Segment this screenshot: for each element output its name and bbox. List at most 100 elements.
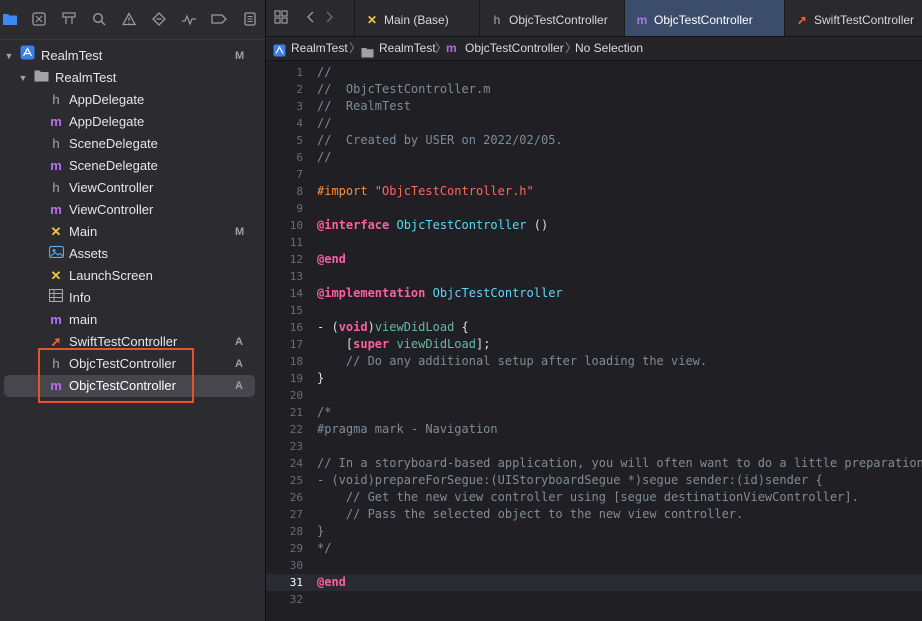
tree-item-label: RealmTest: [55, 70, 117, 85]
folder-icon[interactable]: [2, 12, 18, 28]
objc-file-icon: m: [50, 114, 62, 129]
tree-item-label: LaunchScreen: [69, 268, 153, 283]
code-token: @implementation: [317, 286, 433, 300]
source-control-icon[interactable]: [31, 12, 47, 28]
forward-chevron-icon[interactable]: [324, 10, 334, 29]
editor-tab-label: Main (Base): [384, 13, 449, 27]
line-number: 23: [289, 440, 303, 453]
code-line[interactable]: 18 // Do any additional setup after load…: [266, 353, 922, 370]
jumpbar-file[interactable]: ObjcTestController: [465, 37, 564, 60]
code-token: //: [317, 116, 332, 130]
line-number: 25: [289, 474, 303, 487]
code-token: #import: [317, 184, 375, 198]
tree-item-label: SceneDelegate: [69, 136, 158, 151]
editor-tab-label: ObjcTestController: [654, 13, 753, 27]
hierarchy-icon[interactable]: [61, 12, 77, 28]
line-number: 30: [289, 559, 303, 572]
code-line[interactable]: 4 //: [266, 115, 922, 132]
line-number: 24: [289, 457, 303, 470]
code-line[interactable]: 23: [266, 438, 922, 455]
code-line[interactable]: 19}: [266, 370, 922, 387]
code-line[interactable]: 22 #pragma mark - Navigation: [266, 421, 922, 438]
code-line[interactable]: 6 //: [266, 149, 922, 166]
warning-icon[interactable]: [121, 12, 137, 28]
code-token: /*: [317, 405, 332, 419]
code-line[interactable]: 21 /*: [266, 404, 922, 421]
objc-file-icon: m: [50, 158, 62, 173]
code-text: // RealmTest: [317, 98, 411, 115]
disclosure-chevron-icon[interactable]: ▼: [3, 45, 15, 67]
tree-item[interactable]: m AppDelegate: [0, 111, 265, 133]
back-chevron-icon[interactable]: [306, 10, 316, 29]
code-line[interactable]: 29 */: [266, 540, 922, 557]
tree-item[interactable]: m SceneDelegate: [0, 155, 265, 177]
tree-item[interactable]: h SceneDelegate: [0, 133, 265, 155]
code-line[interactable]: 5 // Created by USER on 2022/02/05.: [266, 132, 922, 149]
editor-tab[interactable]: h ObjcTestController: [479, 0, 624, 36]
jumpbar-symbol[interactable]: No Selection: [575, 37, 643, 60]
jumpbar-project[interactable]: RealmTest: [291, 37, 348, 60]
code-token: // Get the new view controller using [se…: [317, 490, 859, 504]
code-line[interactable]: 10 @interface ObjcTestController (): [266, 217, 922, 234]
code-line[interactable]: 11: [266, 234, 922, 251]
tree-item-label: main: [69, 312, 98, 327]
code-line[interactable]: 28}: [266, 523, 922, 540]
code-line[interactable]: 27 // Pass the selected object to the ne…: [266, 506, 922, 523]
code-line[interactable]: 20: [266, 387, 922, 404]
code-line[interactable]: 9: [266, 200, 922, 217]
code-line[interactable]: 3 // RealmTest: [266, 98, 922, 115]
tree-item[interactable]: ▼ RealmTest M: [0, 45, 265, 67]
code-line[interactable]: 13: [266, 268, 922, 285]
debug-icon[interactable]: [181, 12, 197, 28]
tree-item[interactable]: ✕ Main M: [0, 221, 265, 243]
header-file-icon: h: [52, 92, 60, 107]
editor-tab[interactable]: ✕ Main (Base): [354, 0, 479, 36]
code-line[interactable]: 26 // Get the new view controller using …: [266, 489, 922, 506]
editor-tab[interactable]: ➚ SwiftTestController: [784, 0, 922, 36]
editor-tab[interactable]: m ObjcTestController: [624, 0, 784, 36]
code-line[interactable]: 7: [266, 166, 922, 183]
objc-file-icon: m: [50, 312, 62, 327]
jumpbar-group[interactable]: RealmTest: [379, 37, 436, 60]
code-token: (): [526, 218, 549, 232]
code-line[interactable]: 2 // ObjcTestController.m: [266, 81, 922, 98]
code-token: viewDidLoad: [396, 337, 476, 351]
code-line[interactable]: 31 @end: [266, 574, 922, 591]
tree-item[interactable]: h ViewController: [0, 177, 265, 199]
code-line[interactable]: 30: [266, 557, 922, 574]
code-text: // Created by USER on 2022/02/05.: [317, 132, 563, 149]
tree-item[interactable]: h AppDelegate: [0, 89, 265, 111]
tree-item[interactable]: Assets: [0, 243, 265, 265]
disclosure-chevron-icon[interactable]: ▼: [17, 67, 29, 89]
tree-item[interactable]: ▼ RealmTest: [0, 67, 265, 89]
code-text: // Get the new view controller using [se…: [317, 489, 859, 506]
breakpoint-icon[interactable]: [211, 12, 227, 28]
tree-item[interactable]: ✕ LaunchScreen: [0, 265, 265, 287]
code-line[interactable]: 1 //: [266, 64, 922, 81]
code-token: ObjcTestController: [432, 286, 563, 300]
report-icon[interactable]: [242, 12, 258, 28]
tree-item[interactable]: m main: [0, 309, 265, 331]
code-line[interactable]: 12 @end: [266, 251, 922, 268]
code-line[interactable]: 8 #import "ObjcTestController.h": [266, 183, 922, 200]
test-icon[interactable]: [151, 12, 167, 28]
code-line[interactable]: 15: [266, 302, 922, 319]
code-line[interactable]: 25 - (void)prepareForSegue:(UIStoryboardS…: [266, 472, 922, 489]
code-line[interactable]: 17 [super viewDidLoad];: [266, 336, 922, 353]
code-token: }: [317, 524, 325, 538]
tree-item-label: ViewController: [69, 202, 154, 217]
code-token: ObjcTestController: [396, 218, 527, 232]
code-line[interactable]: 24 // In a storyboard-based application, …: [266, 455, 922, 472]
code-line[interactable]: 32: [266, 591, 922, 608]
tree-item[interactable]: Info: [0, 287, 265, 309]
related-items-icon[interactable]: [274, 10, 288, 29]
tree-item[interactable]: m ViewController: [0, 199, 265, 221]
header-file-icon: h: [52, 180, 60, 195]
source-editor[interactable]: 1 // 2 // ObjcTestController.m 3 // RealmTest…: [266, 61, 922, 621]
code-line[interactable]: 14 @implementation ObjcTestController: [266, 285, 922, 302]
plist-icon: [48, 287, 64, 309]
code-line[interactable]: 16 - (void)viewDidLoad {: [266, 319, 922, 336]
editor-tab-label: ObjcTestController: [509, 13, 608, 27]
search-icon[interactable]: [91, 12, 107, 28]
objc-file-icon: m: [446, 41, 457, 55]
